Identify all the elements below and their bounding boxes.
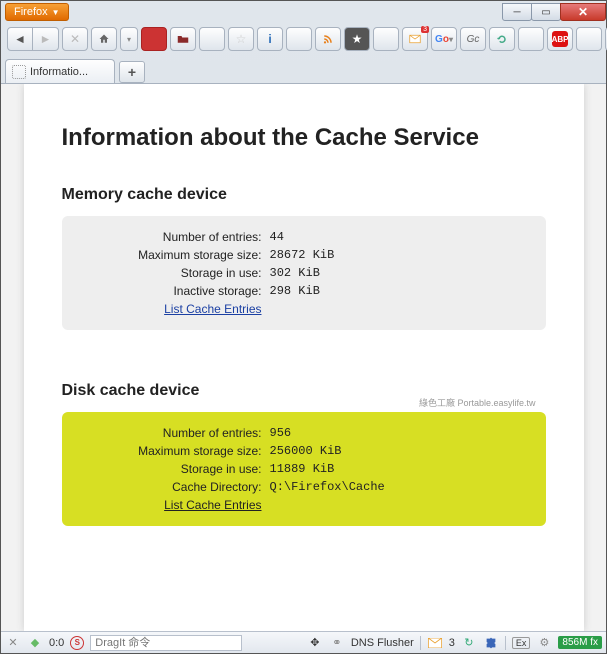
- separator: [505, 636, 506, 650]
- folder-icon[interactable]: [170, 27, 196, 51]
- disk-entries-value: 956: [270, 424, 292, 442]
- nav-toolbar: ◄ ► ✕ ▾ ☆ i ★ 3 Go▾ Gc ABP: [1, 23, 606, 55]
- move-icon[interactable]: ✥: [307, 635, 323, 651]
- window-controls: ─ ▭ ✕: [503, 3, 606, 21]
- memory-heading: Memory cache device: [62, 186, 546, 204]
- minimize-button[interactable]: ─: [502, 3, 532, 21]
- mem-entries-label: Number of entries:: [70, 228, 270, 246]
- mem-max-label: Maximum storage size:: [70, 246, 270, 264]
- mem-inactive-label: Inactive storage:: [70, 282, 270, 300]
- refresh-status-icon[interactable]: ↻: [461, 635, 477, 651]
- tab-title: Informatio...: [30, 66, 108, 78]
- mail-count: 3: [449, 637, 455, 649]
- firefox-window: Firefox ▼ ─ ▭ ✕ ◄ ► ✕ ▾ ☆ i ★: [0, 0, 607, 654]
- puzzle-icon[interactable]: [483, 635, 499, 651]
- mem-inactive-value: 298 KiB: [270, 282, 320, 300]
- google-icon[interactable]: Go▾: [431, 27, 457, 51]
- empty-button-5[interactable]: [576, 27, 602, 51]
- disk-dir-value: Q:\Firefox\Cache: [270, 478, 385, 496]
- memory-cache-box: Number of entries:44 Maximum storage siz…: [62, 216, 546, 330]
- disk-dir-label: Cache Directory:: [70, 478, 270, 496]
- tag-icon[interactable]: ◆: [27, 635, 43, 651]
- mail-icon[interactable]: 3: [402, 27, 428, 51]
- noscript-icon[interactable]: S: [70, 636, 84, 650]
- mem-inuse-value: 302 KiB: [270, 264, 320, 282]
- disk-list-entries-link[interactable]: List Cache Entries: [164, 498, 261, 512]
- statusbar: ✕ ◆ 0:0 S ✥ ⚭ DNS Flusher 3 ↻ Ex ⚙ 856M …: [1, 631, 606, 653]
- chevron-down-icon: ▼: [52, 8, 60, 17]
- empty-button-1[interactable]: [199, 27, 225, 51]
- empty-button-4[interactable]: [518, 27, 544, 51]
- reload-icon[interactable]: [489, 27, 515, 51]
- watermark-text: 綠色工廠 Portable.easylife.tw: [419, 396, 536, 409]
- cache-page: Information about the Cache Service Memo…: [24, 84, 584, 631]
- disk-inuse-value: 11889 KiB: [270, 460, 335, 478]
- page-title: Information about the Cache Service: [62, 124, 546, 152]
- home-button[interactable]: [91, 27, 117, 51]
- status-mail-icon[interactable]: [427, 635, 443, 651]
- abp-icon[interactable]: ABP: [547, 27, 573, 51]
- maximize-button[interactable]: ▭: [531, 3, 561, 21]
- titlebar: Firefox ▼ ─ ▭ ✕: [1, 1, 606, 23]
- stop-button[interactable]: ✕: [62, 27, 88, 51]
- mem-max-value: 28672 KiB: [270, 246, 335, 264]
- new-tab-button[interactable]: +: [119, 61, 145, 83]
- tab-information[interactable]: Informatio...: [5, 59, 115, 83]
- home-icon: [98, 33, 110, 45]
- disk-max-label: Maximum storage size:: [70, 442, 270, 460]
- tab-favicon: [12, 65, 26, 79]
- memory-badge[interactable]: 856M fx: [558, 636, 602, 649]
- firefox-menu-button[interactable]: Firefox ▼: [5, 3, 69, 21]
- gc-button[interactable]: Gc: [460, 27, 486, 51]
- dragit-input[interactable]: [90, 635, 242, 651]
- ex-badge[interactable]: Ex: [512, 637, 531, 649]
- empty-button-3[interactable]: [373, 27, 399, 51]
- gear-icon[interactable]: ⚙: [536, 635, 552, 651]
- info-icon[interactable]: i: [257, 27, 283, 51]
- dnsflusher-label[interactable]: DNS Flusher: [351, 637, 414, 649]
- mem-entries-value: 44: [270, 228, 284, 246]
- empty-button-2[interactable]: [286, 27, 312, 51]
- mem-inuse-label: Storage in use:: [70, 264, 270, 282]
- link-icon[interactable]: ⚭: [329, 635, 345, 651]
- progress-text: 0:0: [49, 637, 64, 649]
- back-button[interactable]: ◄: [7, 27, 33, 51]
- firefox-menu-label: Firefox: [14, 6, 48, 18]
- disk-cache-box: 綠色工廠 Portable.easylife.tw Number of entr…: [62, 412, 546, 526]
- bookmark-dropdown[interactable]: ▾: [120, 27, 138, 51]
- disk-max-value: 256000 KiB: [270, 442, 342, 460]
- status-close-icon[interactable]: ✕: [5, 635, 21, 651]
- star-icon[interactable]: ☆: [228, 27, 254, 51]
- forward-button[interactable]: ►: [33, 27, 59, 51]
- red-square-icon[interactable]: [141, 27, 167, 51]
- bookmark-star-icon[interactable]: ★: [344, 27, 370, 51]
- disk-entries-label: Number of entries:: [70, 424, 270, 442]
- tab-strip: Informatio... +: [1, 55, 606, 83]
- mem-list-entries-link[interactable]: List Cache Entries: [164, 302, 261, 316]
- close-button[interactable]: ✕: [560, 3, 606, 21]
- content-area: Information about the Cache Service Memo…: [1, 83, 606, 631]
- disk-inuse-label: Storage in use:: [70, 460, 270, 478]
- rss-icon[interactable]: [315, 27, 341, 51]
- separator: [420, 636, 421, 650]
- mail-badge: 3: [421, 26, 429, 33]
